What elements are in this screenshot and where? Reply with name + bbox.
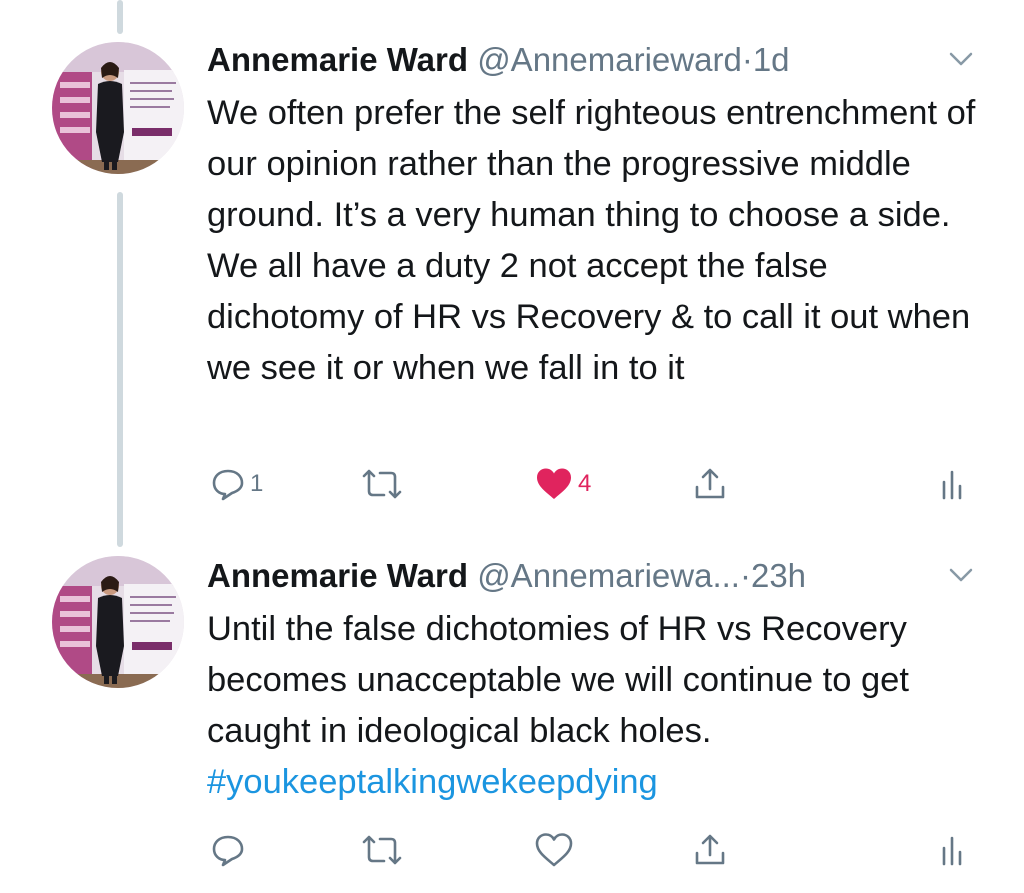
- tweet-actions: [0, 830, 1024, 870]
- reply-button[interactable]: 1: [210, 464, 263, 504]
- retweet-button[interactable]: [358, 464, 410, 504]
- tweet-2[interactable]: Annemarie Ward @Annemariewa...·23h Until…: [0, 540, 1024, 893]
- tweet-body: Until the false dichotomies of HR vs Rec…: [207, 610, 909, 750]
- like-button[interactable]: 4: [534, 464, 591, 504]
- tweet-actions: 1 4: [0, 464, 1024, 504]
- like-button[interactable]: [534, 830, 578, 870]
- avatar[interactable]: [52, 42, 184, 174]
- retweet-icon: [358, 832, 406, 868]
- author-handle[interactable]: @Annemariewa...: [477, 557, 740, 594]
- tweet-text: We often prefer the self righteous entre…: [207, 88, 987, 394]
- timestamp[interactable]: 23h: [751, 557, 806, 594]
- share-button[interactable]: [692, 464, 728, 504]
- share-button[interactable]: [692, 830, 728, 870]
- tweet-1[interactable]: Annemarie Ward @Annemarieward·1d We ofte…: [0, 0, 1024, 540]
- heart-icon: [534, 466, 574, 502]
- reply-button[interactable]: [210, 830, 250, 870]
- retweet-icon: [358, 466, 406, 502]
- reply-count: 1: [250, 470, 264, 497]
- tweet-text: Until the false dichotomies of HR vs Rec…: [207, 604, 987, 808]
- like-count: 4: [578, 470, 592, 497]
- timestamp[interactable]: 1d: [753, 41, 790, 78]
- analytics-icon: [938, 832, 968, 868]
- retweet-button[interactable]: [358, 830, 410, 870]
- author-handle[interactable]: @Annemarieward: [477, 41, 742, 78]
- avatar-image: [52, 42, 184, 174]
- tweet-body: We often prefer the self righteous entre…: [207, 94, 976, 387]
- reply-icon: [210, 832, 246, 868]
- separator: ·: [741, 41, 753, 78]
- analytics-button[interactable]: [938, 830, 968, 870]
- tweet-header: Annemarie Ward @Annemarieward·1d: [207, 40, 984, 80]
- separator: ·: [739, 557, 751, 594]
- heart-icon: [534, 832, 574, 868]
- hashtag-link[interactable]: #youkeeptalkingwekeepdying: [207, 763, 658, 801]
- reply-icon: [210, 466, 246, 502]
- author-name[interactable]: Annemarie Ward: [207, 557, 468, 594]
- analytics-button[interactable]: [938, 464, 968, 504]
- share-icon: [692, 466, 728, 502]
- avatar[interactable]: [52, 556, 184, 688]
- chevron-down-icon[interactable]: [946, 44, 976, 74]
- tweet-header: Annemarie Ward @Annemariewa...·23h: [207, 556, 984, 596]
- avatar-image: [52, 556, 184, 688]
- analytics-icon: [938, 466, 968, 502]
- chevron-down-icon[interactable]: [946, 560, 976, 590]
- author-name[interactable]: Annemarie Ward: [207, 41, 468, 78]
- share-icon: [692, 832, 728, 868]
